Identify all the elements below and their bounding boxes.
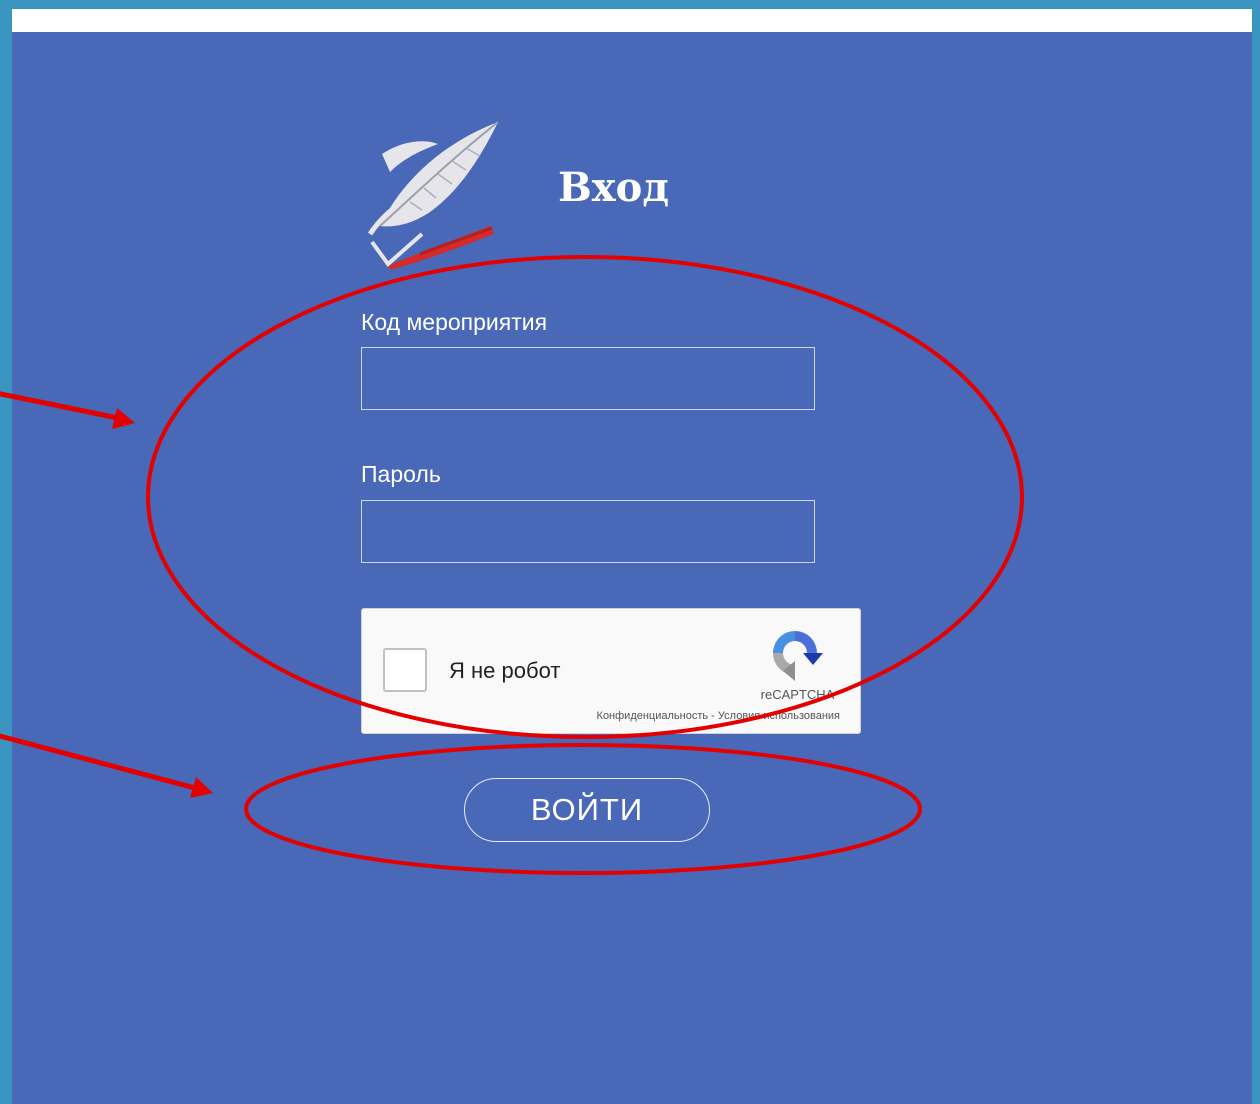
page-title: Вход	[558, 164, 669, 211]
recaptcha-links: Конфиденциальность - Условия использован…	[597, 710, 840, 722]
recaptcha-logo-icon	[773, 631, 823, 681]
event-code-input[interactable]	[361, 347, 815, 410]
password-label: Пароль	[361, 461, 441, 487]
recaptcha-widget: Я не робот reCAPTCHA Конфиденциальность …	[361, 608, 861, 734]
recaptcha-terms-link[interactable]: Условия использования	[718, 710, 840, 722]
recaptcha-privacy-link[interactable]: Конфиденциальность	[597, 710, 709, 722]
recaptcha-brand: reCAPTCHA	[760, 687, 835, 702]
recaptcha-link-separator: -	[708, 710, 718, 722]
password-input[interactable]	[361, 500, 815, 563]
event-code-label: Код мероприятия	[361, 309, 548, 335]
login-button[interactable]: ВОЙТИ	[464, 778, 710, 842]
page-frame: Вход Код мероприятия Пароль Я не робот r…	[12, 9, 1252, 1104]
top-bar	[12, 9, 1252, 32]
feather-quill-logo	[367, 121, 499, 269]
recaptcha-checkbox[interactable]	[383, 648, 427, 692]
recaptcha-checkbox-label: Я не робот	[449, 658, 561, 683]
